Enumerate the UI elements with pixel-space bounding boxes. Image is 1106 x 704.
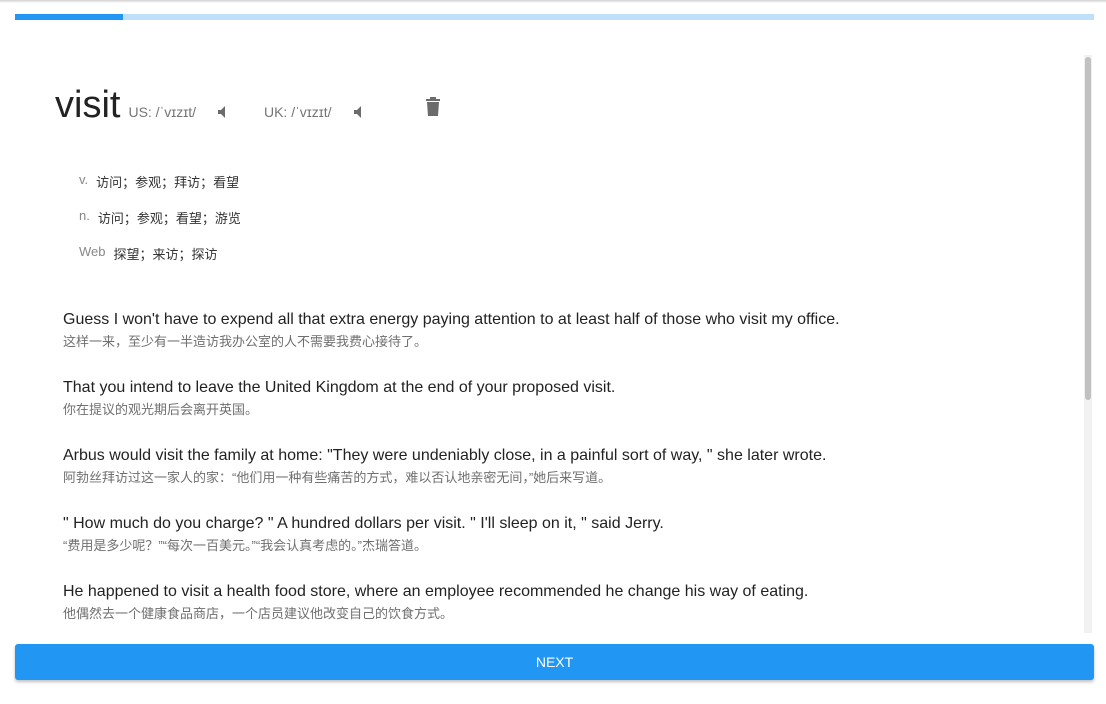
scrollbar-thumb[interactable] xyxy=(1085,57,1091,400)
definition-pos: v. xyxy=(79,172,89,187)
definition-row: n. 访问；参观；看望；游览 xyxy=(79,208,241,244)
definition-pos: Web xyxy=(79,244,106,259)
uk-speaker-icon[interactable] xyxy=(352,105,366,119)
example-english: He happened to visit a health food store… xyxy=(63,583,809,600)
example-english: Guess I won't have to expend all that ex… xyxy=(63,311,840,328)
scrollbar[interactable] xyxy=(1084,55,1092,633)
example-item: Guess I won't have to expend all that ex… xyxy=(63,309,1063,377)
example-item: He happened to visit a health food store… xyxy=(63,581,1063,633)
definition-row: v. 访问；参观；拜访；看望 xyxy=(79,172,241,208)
us-phonetic: US: /ˈvɪzɪt/ xyxy=(128,104,196,120)
progress-bar xyxy=(15,14,1094,20)
example-item: Arbus would visit the family at home: "T… xyxy=(63,445,1063,513)
us-speaker-icon[interactable] xyxy=(216,105,230,119)
definition-meaning: 访问；参观；拜访；看望 xyxy=(96,175,240,190)
top-shadow xyxy=(0,0,1106,3)
definition-row: Web 探望；来访；探访 xyxy=(79,244,241,280)
example-item: " How much do you charge? " A hundred do… xyxy=(63,513,1063,581)
example-translation: 阿勃丝拜访过这一家人的家：“他们用一种有些痛苦的方式，难以否认地亲密无间，”她后… xyxy=(63,470,612,485)
headword: visit xyxy=(55,84,121,126)
definitions-list: v. 访问；参观；拜访；看望 n. 访问；参观；看望；游览 Web 探望；来访；… xyxy=(79,172,241,280)
example-english: " How much do you charge? " A hundred do… xyxy=(63,515,664,532)
example-sentences: Guess I won't have to expend all that ex… xyxy=(63,309,1063,633)
example-english: Arbus would visit the family at home: "T… xyxy=(63,447,827,464)
definition-pos: n. xyxy=(79,208,90,223)
definition-meaning: 访问；参观；看望；游览 xyxy=(97,211,241,226)
trash-icon[interactable] xyxy=(425,97,441,117)
definition-meaning: 探望；来访；探访 xyxy=(113,247,218,262)
next-button[interactable]: NEXT xyxy=(15,644,1094,680)
example-item: That you intend to leave the United King… xyxy=(63,377,1063,445)
word-header: visit US: /ˈvɪzɪt/ UK: /ˈvɪzɪt/ xyxy=(55,80,392,130)
example-translation: 他偶然去一个健康食品商店，一个店员建议他改变自己的饮食方式。 xyxy=(63,606,454,621)
progress-bar-fill xyxy=(15,14,123,20)
uk-phonetic: UK: /ˈvɪzɪt/ xyxy=(263,104,332,120)
example-translation: 你在提议的观光期后会离开英国。 xyxy=(63,402,259,417)
example-english: That you intend to leave the United King… xyxy=(63,379,616,396)
word-card: visit US: /ˈvɪzɪt/ UK: /ˈvɪzɪt/ v. 访问；参观… xyxy=(15,50,1080,633)
example-translation: “费用是多少呢？”“每次一百美元。”“我会认真考虑的。”杰瑞答道。 xyxy=(63,538,427,553)
example-translation: 这样一来，至少有一半造访我办公室的人不需要我费心接待了。 xyxy=(63,334,428,349)
